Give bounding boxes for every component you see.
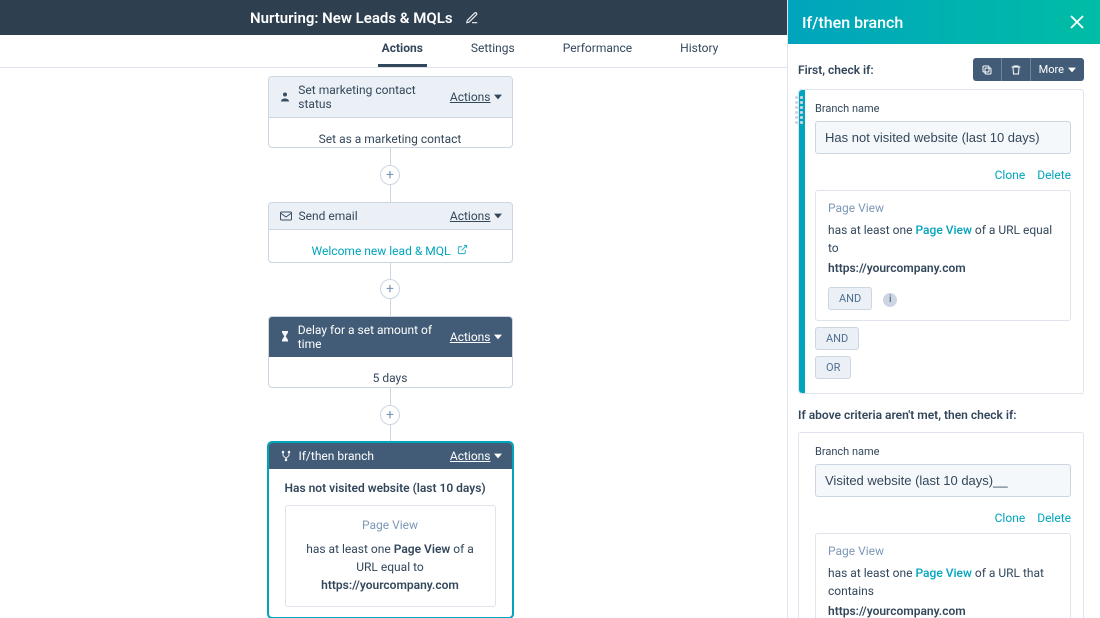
delete-button[interactable] (1002, 58, 1031, 81)
action-set-status[interactable]: Set marketing contact status Actions Set… (268, 76, 513, 148)
more-button[interactable]: More (1031, 58, 1084, 81)
criteria-url: https://yourcompany.com (828, 602, 1058, 618)
tab-performance[interactable]: Performance (559, 41, 636, 67)
info-icon[interactable]: i (883, 293, 897, 307)
first-check-label: First, check if: (798, 63, 874, 77)
clone-link[interactable]: Clone (995, 168, 1026, 182)
clone-button[interactable] (973, 58, 1002, 81)
card-header: Delay for a set amount of time Actions (269, 317, 512, 357)
connector (390, 425, 391, 442)
branch-name-input-2[interactable] (815, 464, 1071, 497)
and-pill[interactable]: AND (815, 327, 859, 350)
add-step-button[interactable]: + (380, 279, 400, 299)
branch-block-2: Branch name Clone Delete Page View has a… (798, 432, 1084, 618)
workflow-title: Nurturing: New Leads & MQLs (250, 9, 453, 27)
row-actions: Clone Delete (815, 511, 1071, 525)
card-body: Set as a marketing contact (269, 118, 512, 148)
workflow-flow: Set marketing contact status Actions Set… (260, 68, 520, 618)
criteria-heading: Page View (296, 518, 485, 532)
drag-handle-icon[interactable] (795, 96, 803, 120)
card-body: Has not visited website (last 10 days) P… (269, 469, 512, 618)
tab-settings[interactable]: Settings (467, 41, 519, 67)
card-actions-menu[interactable]: Actions (450, 449, 502, 463)
card-header: If/then branch Actions (269, 443, 512, 469)
action-delay[interactable]: Delay for a set amount of time Actions 5… (268, 316, 513, 387)
card-header: Set marketing contact status Actions (269, 77, 512, 118)
trash-icon (1010, 64, 1022, 76)
row-actions: Clone Delete (815, 168, 1071, 182)
branch-label: Has not visited website (last 10 days) (285, 481, 496, 495)
workflow-canvas: Set marketing contact status Actions Set… (0, 68, 780, 618)
tab-history[interactable]: History (676, 41, 722, 67)
branch-name-label: Branch name (815, 445, 1071, 458)
chevron-down-icon (1068, 66, 1076, 74)
second-check-label: If above criteria aren't met, then check… (798, 408, 1084, 422)
criteria-url: https://yourcompany.com (828, 259, 1058, 277)
card-title: Send email (299, 209, 358, 223)
chevron-down-icon (494, 93, 502, 101)
user-icon (279, 91, 293, 103)
panel-title: If/then branch (802, 13, 903, 32)
criteria-summary: Page View has at least one Page View of … (285, 505, 496, 607)
add-step-button[interactable]: + (380, 165, 400, 185)
action-if-then-branch[interactable]: If/then branch Actions Has not visited w… (268, 442, 513, 618)
and-pill-inner[interactable]: AND (828, 287, 872, 310)
close-panel-icon[interactable] (1068, 13, 1086, 31)
delete-link[interactable]: Delete (1037, 168, 1071, 182)
criteria-heading: Page View (828, 544, 1058, 558)
card-body: Welcome new lead & MQL (269, 230, 512, 262)
edit-title-icon[interactable] (465, 11, 479, 25)
connector (390, 263, 391, 280)
add-step-button[interactable]: + (380, 405, 400, 425)
page-view-link[interactable]: Page View (915, 223, 971, 237)
criteria-heading: Page View (828, 201, 1058, 215)
panel-top-row: First, check if: More (798, 58, 1084, 81)
card-actions-menu[interactable]: Actions (450, 90, 502, 104)
clone-icon (981, 64, 993, 76)
connector (390, 148, 391, 165)
panel-content: First, check if: More Branch name (788, 44, 1100, 618)
side-panel: If/then branch First, check if: More (787, 0, 1100, 618)
branch-action-buttons: More (973, 58, 1084, 81)
connector (390, 388, 391, 405)
connector (390, 299, 391, 316)
delete-link[interactable]: Delete (1037, 511, 1071, 525)
branch-name-input[interactable] (815, 121, 1071, 154)
hourglass-icon (279, 331, 292, 343)
card-body: 5 days (269, 357, 512, 387)
email-link[interactable]: Welcome new lead & MQL (312, 244, 451, 258)
card-title: Set marketing contact status (298, 83, 450, 111)
branch-name-label: Branch name (815, 102, 1071, 115)
tab-actions[interactable]: Actions (378, 41, 427, 67)
chevron-down-icon (494, 212, 502, 220)
card-actions-menu[interactable]: Actions (450, 209, 502, 223)
criteria-card[interactable]: Page View has at least one Page View of … (815, 190, 1071, 321)
branch-icon (279, 450, 293, 462)
connector (390, 185, 391, 202)
action-send-email[interactable]: Send email Actions Welcome new lead & MQ… (268, 202, 513, 262)
card-header: Send email Actions (269, 203, 512, 230)
branch-block-1: Branch name Clone Delete Page View has a… (798, 89, 1084, 394)
mail-icon (279, 211, 293, 221)
or-pill[interactable]: OR (815, 356, 851, 379)
open-in-new-icon[interactable] (457, 244, 468, 258)
card-title: Delay for a set amount of time (298, 323, 450, 351)
card-title: If/then branch (299, 449, 375, 463)
criteria-card[interactable]: Page View has at least one Page View of … (815, 533, 1071, 618)
panel-header: If/then branch (788, 0, 1100, 44)
chevron-down-icon (494, 333, 502, 341)
chevron-down-icon (494, 452, 502, 460)
card-actions-menu[interactable]: Actions (450, 330, 502, 344)
clone-link[interactable]: Clone (995, 511, 1026, 525)
page-view-link[interactable]: Page View (915, 566, 971, 580)
